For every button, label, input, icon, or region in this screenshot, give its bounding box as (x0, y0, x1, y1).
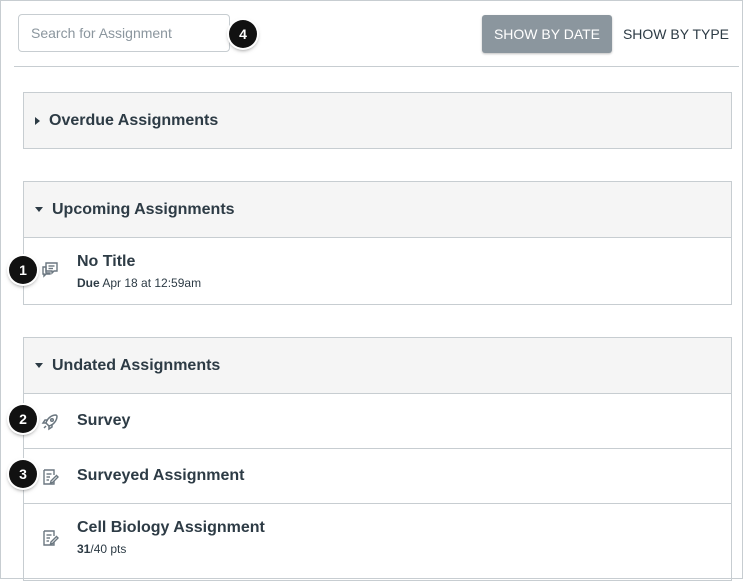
assignment-score: 31/40 pts (77, 542, 126, 556)
assignment-icon (40, 528, 60, 548)
assignment-title[interactable]: No Title (77, 253, 135, 271)
assignment-icon (40, 467, 60, 487)
assignment-title[interactable]: Cell Biology Assignment (77, 519, 265, 537)
assignment-row[interactable]: Surveyed Assignment (24, 448, 731, 503)
callout-marker-3: 3 (9, 460, 37, 488)
callout-marker-1: 1 (9, 256, 37, 284)
undated-assignments-group: Undated Assignments Survey Surveyed Assi… (23, 337, 732, 581)
overdue-assignments-header[interactable]: Overdue Assignments (24, 93, 731, 148)
overdue-assignments-group: Overdue Assignments (23, 92, 732, 149)
assignment-row[interactable]: Survey (24, 393, 731, 448)
assignment-title[interactable]: Surveyed Assignment (77, 467, 244, 485)
assignment-due-date: Due Apr 18 at 12:59am (77, 276, 201, 290)
callout-marker-2: 2 (9, 405, 37, 433)
group-label: Overdue Assignments (49, 111, 219, 129)
caret-right-icon (35, 116, 40, 125)
due-value: Apr 18 at 12:59am (102, 276, 202, 290)
callout-marker-4: 4 (229, 20, 257, 48)
search-input[interactable] (18, 14, 230, 52)
discussion-icon (40, 260, 60, 280)
toolbar-divider (14, 66, 739, 67)
upcoming-assignments-header[interactable]: Upcoming Assignments (24, 182, 731, 237)
show-by-type-button[interactable]: SHOW BY TYPE (614, 15, 738, 53)
show-by-date-button[interactable]: SHOW BY DATE (482, 15, 612, 53)
group-label: Upcoming Assignments (52, 200, 235, 218)
caret-down-icon (35, 207, 43, 212)
group-label: Undated Assignments (52, 356, 221, 374)
caret-down-icon (35, 363, 43, 368)
points-possible: /40 pts (90, 542, 127, 556)
undated-assignments-header[interactable]: Undated Assignments (24, 338, 731, 393)
score-value: 31 (77, 542, 91, 556)
assignment-row[interactable]: Cell Biology Assignment 31/40 pts (24, 503, 731, 578)
assignment-row[interactable]: No Title Due Apr 18 at 12:59am (24, 237, 731, 304)
due-label: Due (77, 276, 100, 290)
assignment-title[interactable]: Survey (77, 412, 130, 430)
survey-rocket-icon (40, 412, 60, 432)
upcoming-assignments-group: Upcoming Assignments No Title Due Apr 18… (23, 181, 732, 305)
